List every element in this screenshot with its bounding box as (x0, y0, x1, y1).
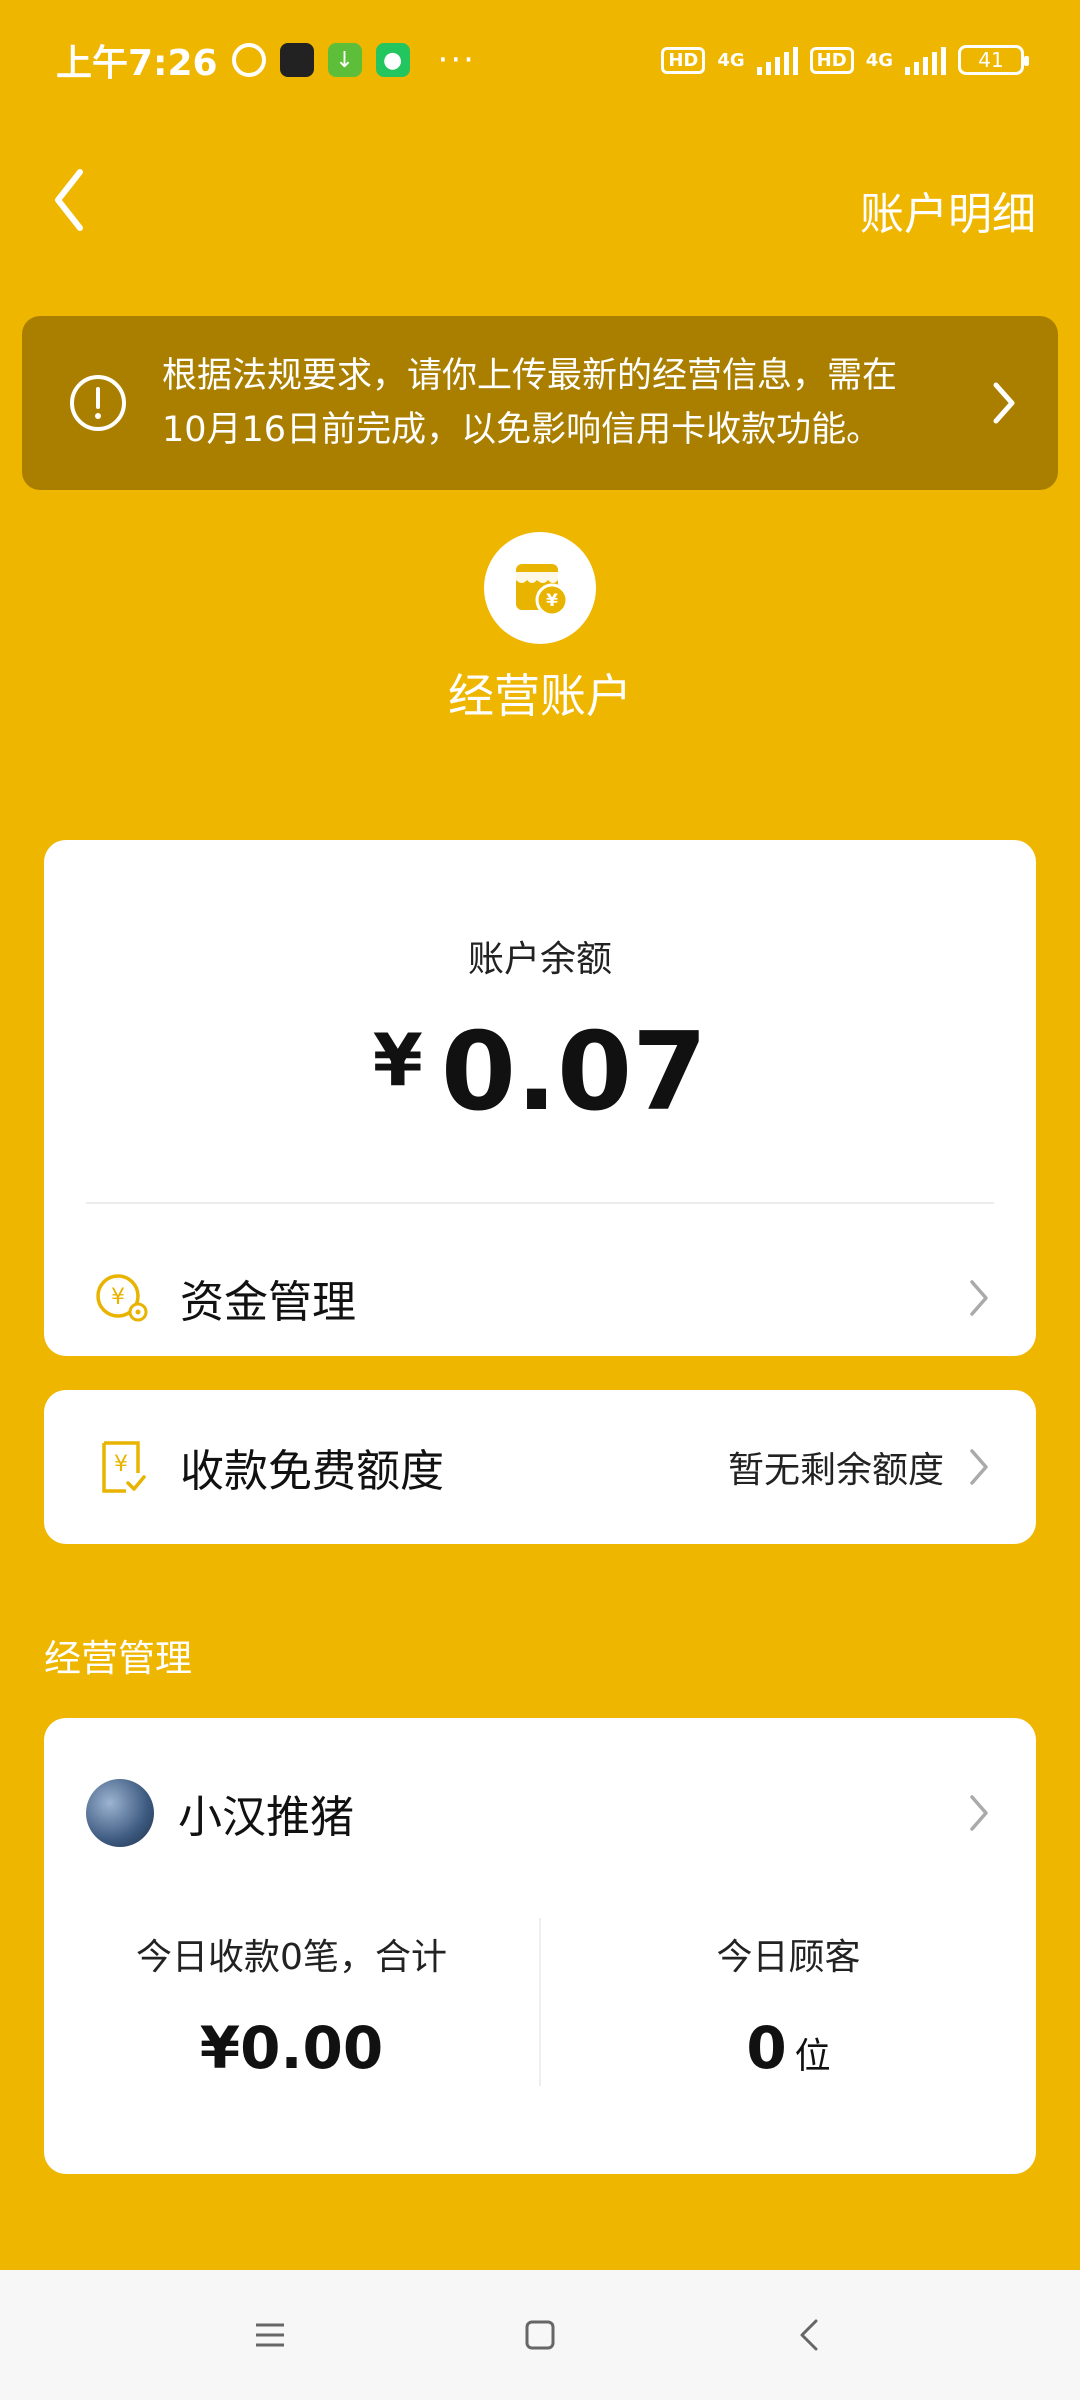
today-receipts-stat: 今日收款0笔，合计 ¥0.00 (44, 1918, 539, 2088)
account-detail-link[interactable]: 账户明细 (860, 178, 1036, 242)
chevron-right-icon (993, 382, 1015, 424)
store-icon: ¥ (516, 564, 569, 617)
today-customers-value: 0 (746, 2014, 787, 2082)
today-customers-unit: 位 (794, 2036, 831, 2077)
currency-symbol: ¥ (372, 1018, 423, 1102)
alarm-icon (231, 43, 266, 77)
system-back-icon[interactable] (790, 2315, 830, 2355)
status-time: 上午7:26 (56, 43, 218, 84)
free-quota-label: 收款免费额度 (180, 1446, 444, 1497)
balance-value: 0.07 (440, 1010, 708, 1135)
today-stats: 今日收款0笔，合计 ¥0.00 今日顾客 0位 (44, 1918, 1036, 2088)
back-arrow-icon[interactable] (48, 160, 92, 240)
free-quota-card[interactable]: ¥ 收款免费额度 暂无剩余额度 (44, 1390, 1036, 1544)
funds-management-label: 资金管理 (180, 1277, 356, 1328)
today-customers-label: 今日顾客 (716, 1937, 861, 1978)
receipt-icon: ¥ (102, 1441, 146, 1493)
funds-management-icon: ¥ (96, 1274, 148, 1322)
notice-line-1: 根据法规要求，请你上传最新的经营信息，需在 (162, 356, 898, 396)
top-nav: 账户明细 (0, 120, 1080, 280)
store-card: 小汉推猪 今日收款0笔，合计 ¥0.00 今日顾客 0位 (44, 1718, 1036, 2174)
hd-badge: HD (661, 46, 706, 74)
notice-text: 根据法规要求，请你上传最新的经营信息，需在 10月16日前完成，以免影响信用卡收… (162, 349, 966, 457)
menu-icon[interactable] (250, 2315, 290, 2355)
balance-card: 账户余额 ¥0.07 ¥ 资金管理 (44, 840, 1036, 1356)
system-nav-bar (0, 2270, 1080, 2400)
today-customers-count: 0位 (541, 2014, 1036, 2082)
download-icon: ↓ (327, 43, 362, 77)
store-row[interactable]: 小汉推猪 (44, 1758, 1036, 1868)
more-notifications-icon: ··· (437, 40, 476, 80)
svg-text:¥: ¥ (114, 1452, 128, 1477)
hd-badge-2: HD (809, 46, 854, 74)
chevron-right-icon (970, 1449, 988, 1485)
battery-icon: 41 (958, 45, 1029, 75)
free-quota-row[interactable]: ¥ 收款免费额度 暂无剩余额度 (44, 1407, 1036, 1527)
svg-text:¥: ¥ (111, 1285, 125, 1310)
chevron-right-icon (970, 1795, 988, 1831)
store-name: 小汉推猪 (178, 1792, 354, 1843)
funds-management-row[interactable]: ¥ 资金管理 (44, 1238, 1036, 1358)
today-customers-stat: 今日顾客 0位 (541, 1918, 1036, 2088)
network-type: 4G (717, 49, 745, 71)
notice-line-2: 10月16日前完成，以免影响信用卡收款功能。 (162, 410, 882, 450)
today-receipts-label: 今日收款0笔，合计 (136, 1937, 447, 1978)
home-icon[interactable] (520, 2315, 560, 2355)
balance-amount: ¥0.07 (44, 1010, 1036, 1135)
business-management-heading: 经营管理 (44, 1637, 192, 1680)
compliance-notice-banner[interactable]: 根据法规要求，请你上传最新的经营信息，需在 10月16日前完成，以免影响信用卡收… (22, 316, 1058, 490)
balance-label: 账户余额 (467, 939, 612, 980)
wechat-icon: ● (375, 43, 410, 77)
today-receipts-amount: ¥0.00 (199, 2014, 384, 2082)
chevron-right-icon (970, 1280, 988, 1316)
account-title: 经营账户 (448, 669, 632, 723)
status-bar: 上午7:26 ↓ ● ··· HD 4G HD 4G 41 (0, 0, 1080, 120)
app-notification-icon (279, 43, 314, 77)
business-account-logo: ¥ (484, 532, 596, 644)
network-type-2: 4G (865, 49, 893, 71)
signal-icon-2 (905, 45, 946, 75)
store-avatar (86, 1779, 154, 1847)
svg-text:¥: ¥ (546, 591, 558, 611)
warning-icon (70, 375, 126, 431)
divider (86, 1202, 994, 1204)
battery-level: 41 (978, 48, 1004, 72)
signal-icon (756, 45, 798, 75)
free-quota-status: 暂无剩余额度 (727, 1450, 944, 1491)
